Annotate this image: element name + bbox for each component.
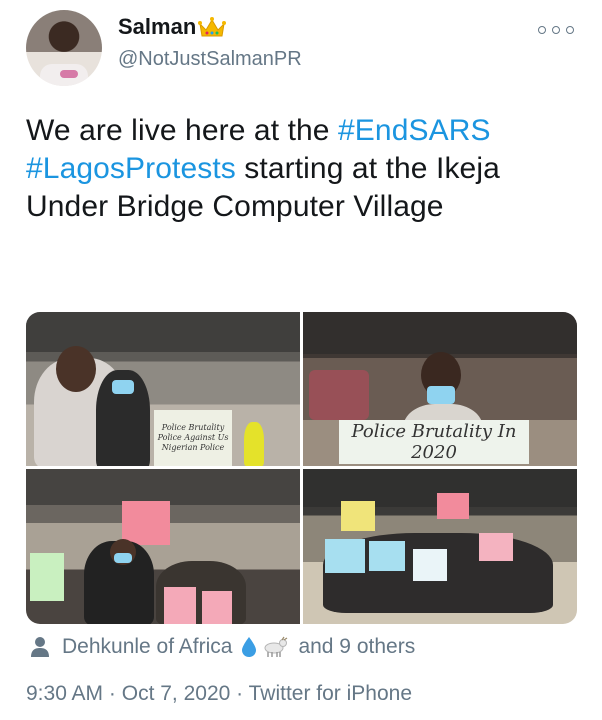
protest-sign	[202, 591, 232, 624]
protest-sign	[369, 541, 405, 571]
more-dot-icon	[552, 26, 560, 34]
protest-sign	[325, 539, 365, 573]
protest-sign	[413, 549, 447, 581]
protester	[244, 422, 264, 466]
crown-icon	[198, 17, 227, 37]
photo-4[interactable]	[303, 469, 577, 624]
droplet-icon	[242, 637, 257, 657]
tweet-text: We are live here at the #EndSARS #LagosP…	[26, 112, 576, 226]
face-mask	[114, 553, 132, 563]
media-grid: Police Brutality Police Against Us Niger…	[26, 312, 577, 624]
liked-by-others[interactable]: and 9 others	[298, 635, 415, 659]
tweet-time[interactable]: 9:30 AM	[26, 682, 103, 705]
bridge-beam	[26, 312, 300, 352]
photo-2[interactable]: Police Brutality In 2020	[303, 312, 577, 466]
tweet-source[interactable]: Twitter for iPhone	[249, 682, 412, 705]
meta-separator: ·	[103, 682, 122, 705]
face-mask	[427, 386, 455, 404]
protest-sign: Police Brutality In 2020	[339, 420, 529, 464]
photo-1[interactable]: Police Brutality Police Against Us Niger…	[26, 312, 300, 466]
hashtag-endsars[interactable]: #EndSARS	[338, 114, 491, 147]
protest-sign	[479, 533, 513, 561]
meta-separator: ·	[230, 682, 249, 705]
tweet-meta: 9:30 AM · Oct 7, 2020 · Twitter for iPho…	[26, 682, 412, 706]
tweet-date[interactable]: Oct 7, 2020	[122, 682, 231, 705]
display-name[interactable]: Salman	[118, 14, 196, 40]
protest-sign	[437, 493, 469, 519]
more-options-button[interactable]	[538, 24, 574, 36]
avatar-shirt-stripe	[60, 70, 78, 78]
avatar[interactable]	[26, 10, 102, 86]
protest-sign: Police Brutality Police Against Us Niger…	[154, 410, 232, 466]
protest-sign	[164, 587, 196, 624]
tweet-text-part1: We are live here at the	[26, 114, 339, 147]
author-name-row[interactable]: Salman	[118, 14, 227, 40]
bridge-beam	[26, 469, 300, 505]
bridge-beam	[303, 312, 577, 354]
protest-sign	[122, 501, 170, 545]
protest-sign	[30, 553, 64, 601]
author-handle[interactable]: @NotJustSalmanPR	[118, 48, 302, 71]
liked-by-row[interactable]: Dehkunle of Africa and 9 others	[30, 632, 415, 662]
protester-head	[56, 346, 96, 392]
goat-icon	[264, 636, 288, 657]
protest-sign	[341, 501, 375, 531]
more-dot-icon	[566, 26, 574, 34]
graffiti	[309, 370, 369, 420]
photo-3[interactable]	[26, 469, 300, 624]
person-icon	[31, 637, 49, 657]
more-dot-icon	[538, 26, 546, 34]
face-mask	[112, 380, 134, 394]
hashtag-lagosprotests[interactable]: #LagosProtests	[26, 152, 236, 185]
liked-by-name[interactable]: Dehkunle of Africa	[62, 635, 232, 659]
